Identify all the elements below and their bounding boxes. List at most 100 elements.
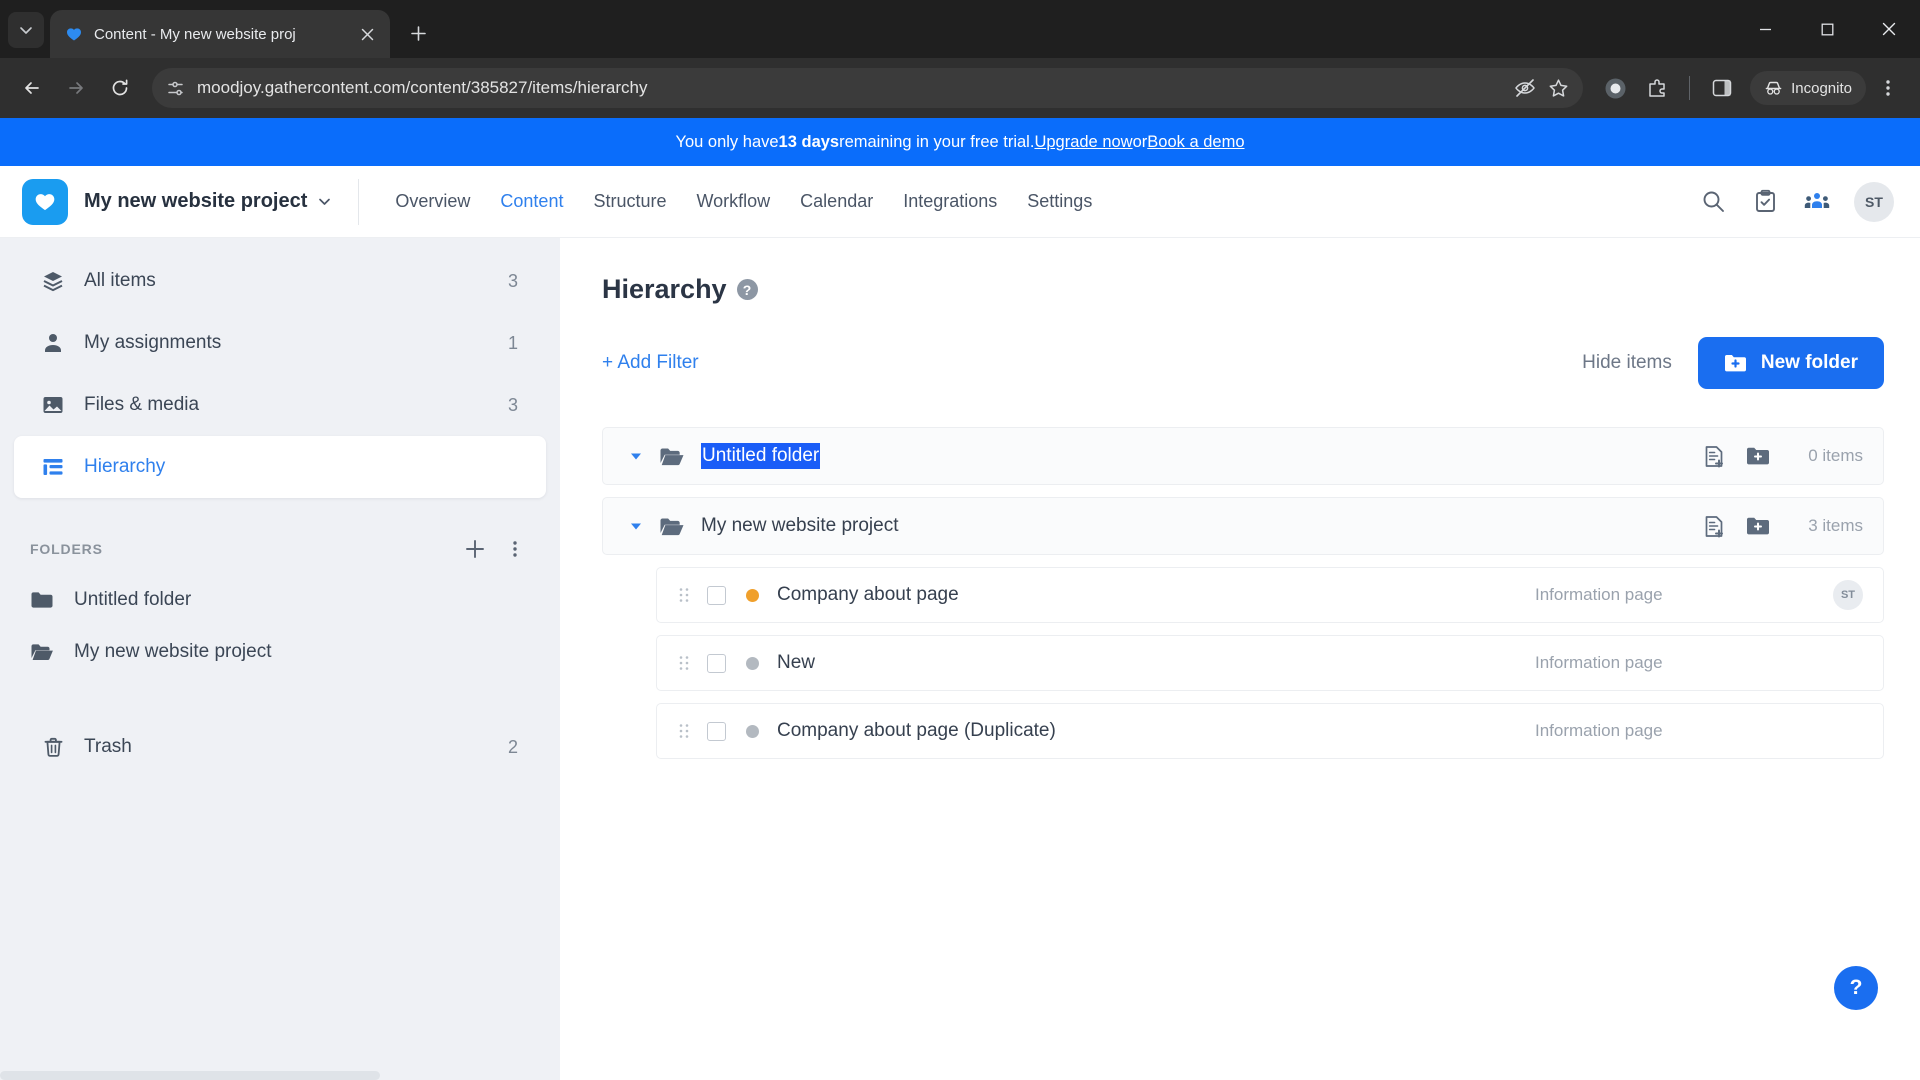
page-content: You only have 13 days remaining in your … [0,118,1920,1080]
sidebar-folder-my-new-website-project[interactable]: My new website project [0,626,560,678]
extensions-icon[interactable] [1637,68,1677,108]
folder-name[interactable]: My new website project [701,515,898,537]
folder-row[interactable]: My new website project 3 items [602,497,1884,555]
folder-item-count: 3 items [1808,516,1863,535]
toolbar-actions: Incognito [1595,68,1908,108]
tab-close-button[interactable] [354,21,380,47]
minimize-button[interactable] [1734,0,1796,58]
sidebar-count: 1 [507,332,518,353]
bookmark-star-icon[interactable] [1548,78,1569,99]
item-assignee-avatar[interactable]: ST [1833,580,1863,610]
new-item-icon[interactable] [1701,443,1727,469]
sidebar-folder-untitled[interactable]: Untitled folder [0,574,560,626]
body-area: All items 3 My assignments 1 Files & med… [0,238,1920,1080]
new-folder-icon[interactable] [1745,513,1771,539]
close-icon [361,28,373,40]
collapse-caret-icon[interactable] [625,519,647,533]
row-checkbox[interactable] [707,653,726,673]
drag-handle-icon[interactable] [675,587,693,603]
tab-search-button[interactable] [8,12,44,48]
kebab-menu-icon [513,541,517,557]
close-icon [1882,22,1896,36]
row-checkbox[interactable] [707,721,726,741]
help-fab-button[interactable]: ? [1834,966,1878,1010]
address-bar[interactable]: moodjoy.gathercontent.com/content/385827… [152,68,1584,108]
folder-row[interactable]: Untitled folder 0 items [602,427,1884,485]
add-folder-button[interactable] [460,534,490,564]
hierarchy-icon [40,454,66,480]
help-question-icon[interactable]: ? [736,279,758,300]
toolbar-row: + Add Filter Hide items New folder [602,337,1884,389]
nav-settings[interactable]: Settings [1027,191,1092,212]
folders-more-button[interactable] [500,534,530,564]
hide-items-toggle[interactable]: Hide items [1582,352,1672,374]
reload-button[interactable] [100,68,140,108]
sidebar-item-files-media[interactable]: Files & media 3 [14,374,546,436]
item-name[interactable]: Company about page (Duplicate) [777,720,1056,742]
image-icon [40,392,66,418]
row-checkbox[interactable] [707,585,726,605]
gathercontent-heart-icon [64,24,84,44]
extension-badge-icon[interactable] [1595,68,1635,108]
new-tab-button[interactable] [398,13,438,53]
item-row[interactable]: Company about page Information page ST [656,567,1884,623]
add-filter-link[interactable]: + Add Filter [602,352,699,374]
book-a-demo-link[interactable]: Book a demo [1147,133,1244,152]
plus-icon [466,540,484,558]
nav-integrations[interactable]: Integrations [903,191,997,212]
folder-name-editing[interactable]: Untitled folder [701,443,821,469]
sidebar-item-trash[interactable]: Trash 2 [14,716,546,778]
sidebar-label: Hierarchy [84,456,166,477]
maximize-button[interactable] [1796,0,1858,58]
nav-content[interactable]: Content [500,191,563,212]
search-icon[interactable] [1698,187,1728,217]
browser-tab[interactable]: Content - My new website proj [50,10,390,58]
drag-handle-icon[interactable] [675,655,693,671]
incognito-indicator[interactable]: Incognito [1750,71,1866,105]
sidebar-item-my-assignments[interactable]: My assignments 1 [14,312,546,374]
sidebar-item-hierarchy[interactable]: Hierarchy [14,436,546,498]
brand-block: My new website project [0,178,358,225]
new-item-icon[interactable] [1701,513,1727,539]
page-title-row: Hierarchy ? [602,238,1884,305]
sidebar-item-all-items[interactable]: All items 3 [14,250,546,312]
reload-icon [112,79,128,96]
nav-overview[interactable]: Overview [395,191,470,212]
close-window-button[interactable] [1858,0,1920,58]
sidebar-horizontal-scrollbar[interactable] [0,1071,380,1080]
nav-structure[interactable]: Structure [593,191,666,212]
item-row[interactable]: New Information page [656,635,1884,691]
forward-button[interactable] [56,68,96,108]
collapse-caret-icon[interactable] [625,449,647,463]
tab-strip: Content - My new website proj [0,0,1920,58]
folders-section-header: FOLDERS [0,512,560,574]
new-folder-button[interactable]: New folder [1697,337,1884,389]
nav-workflow[interactable]: Workflow [696,191,770,212]
gathercontent-logo[interactable] [22,178,68,225]
nav-calendar[interactable]: Calendar [800,191,873,212]
url-text: moodjoy.gathercontent.com/content/385827… [197,78,648,97]
item-row[interactable]: Company about page (Duplicate) Informati… [656,703,1884,759]
header-actions: ST [1698,181,1920,222]
item-name[interactable]: New [777,652,815,674]
folder-label: Untitled folder [74,589,192,610]
side-panel-icon[interactable] [1702,68,1742,108]
drag-handle-icon[interactable] [675,723,693,739]
site-settings-icon[interactable] [166,79,185,98]
incognito-icon [1765,81,1782,95]
team-icon[interactable] [1802,187,1832,217]
tracking-protection-icon[interactable] [1514,77,1536,99]
project-switcher[interactable]: My new website project [84,190,332,213]
avatar[interactable]: ST [1854,181,1894,222]
folder-open-icon [659,516,687,537]
item-name[interactable]: Company about page [777,584,959,606]
folder-row-actions: 0 items [1701,443,1863,469]
back-button[interactable] [12,68,52,108]
new-folder-icon[interactable] [1745,443,1771,469]
upgrade-now-link[interactable]: Upgrade now [1034,133,1132,152]
chrome-menu-icon[interactable] [1868,68,1908,108]
item-assignee-avatar[interactable] [1833,716,1863,746]
window-controls [1734,0,1920,58]
item-assignee-avatar[interactable] [1833,648,1863,678]
tasks-clipboard-icon[interactable] [1750,187,1780,217]
